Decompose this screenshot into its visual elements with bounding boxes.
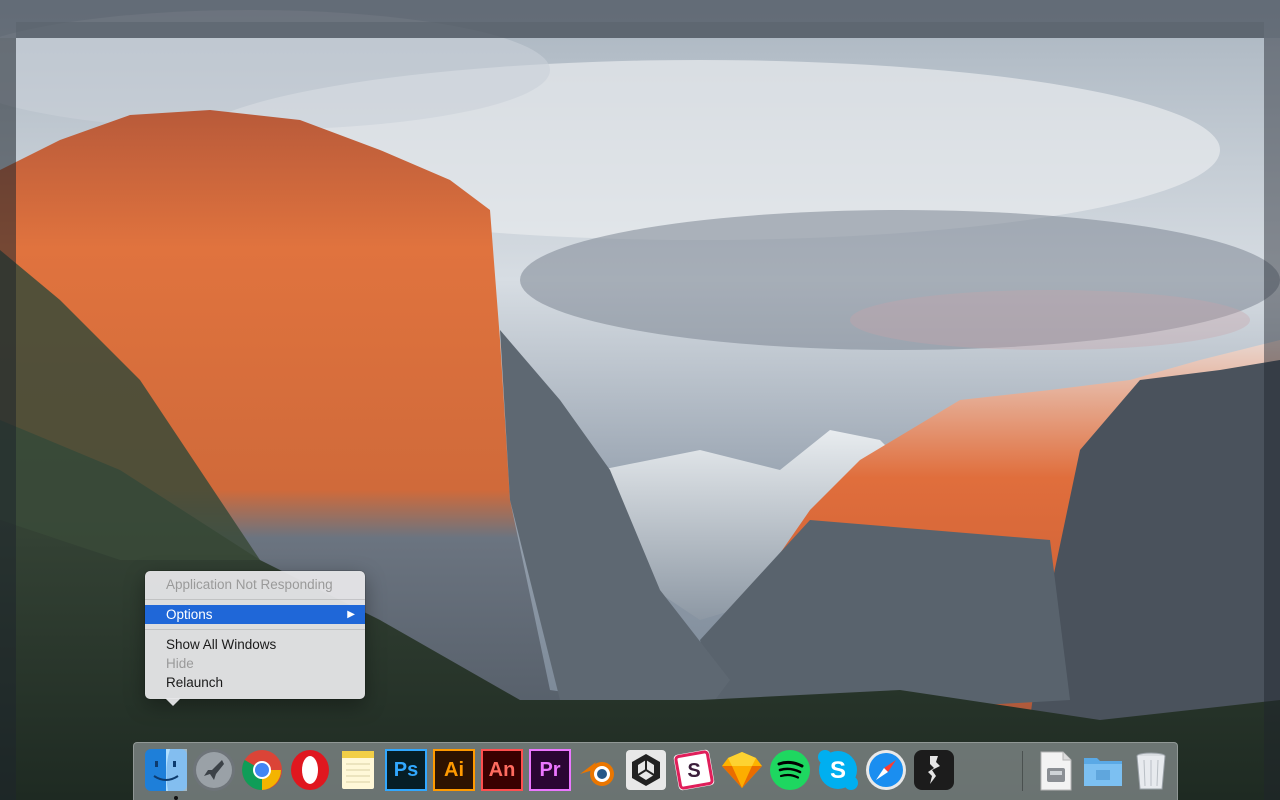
notes-icon bbox=[342, 751, 374, 789]
dock-item-blender[interactable] bbox=[575, 747, 621, 793]
menu-separator bbox=[145, 629, 365, 630]
dock-item-photoshop[interactable]: Ps bbox=[383, 747, 429, 793]
installer-icon bbox=[1040, 751, 1072, 791]
sketch-icon bbox=[722, 752, 762, 788]
slack-icon: S bbox=[673, 749, 715, 791]
premiere-label: Pr bbox=[539, 758, 561, 781]
dock-item-unity[interactable] bbox=[623, 747, 669, 793]
folder-icon bbox=[1084, 758, 1122, 786]
dock-item-skype[interactable]: S bbox=[815, 747, 861, 793]
finder-icon bbox=[145, 749, 187, 791]
dock-item-illustrator[interactable]: Ai bbox=[431, 747, 477, 793]
illustrator-icon: Ai bbox=[433, 749, 475, 791]
premiere-icon: Pr bbox=[529, 749, 571, 791]
dock: Ps Ai An Pr S S bbox=[133, 742, 1178, 800]
chrome-icon bbox=[242, 750, 282, 790]
screen-frame-right bbox=[1264, 38, 1280, 800]
dock-item-slack[interactable]: S bbox=[671, 747, 717, 793]
running-indicator bbox=[174, 796, 178, 800]
svg-text:S: S bbox=[830, 757, 846, 784]
menu-separator bbox=[145, 599, 365, 600]
tool-icon bbox=[914, 750, 954, 790]
dock-item-launchpad[interactable] bbox=[191, 747, 237, 793]
dock-item-tool[interactable] bbox=[911, 747, 957, 793]
launchpad-icon bbox=[193, 749, 235, 791]
blender-icon bbox=[580, 762, 614, 786]
animate-label: An bbox=[488, 758, 516, 781]
photoshop-label: Ps bbox=[393, 758, 419, 781]
skype-icon: S bbox=[818, 750, 858, 790]
dock-item-safari[interactable] bbox=[863, 747, 909, 793]
dock-divider bbox=[1022, 751, 1023, 791]
spotify-icon bbox=[770, 750, 810, 790]
dock-item-finder[interactable] bbox=[143, 747, 189, 793]
dock-item-animate[interactable]: An bbox=[479, 747, 525, 793]
menu-item-options-label: Options bbox=[166, 607, 213, 622]
menu-item-hide: Hide bbox=[166, 656, 194, 671]
trash-icon bbox=[1136, 752, 1166, 790]
illustrator-label: Ai bbox=[444, 758, 464, 781]
photoshop-icon: Ps bbox=[385, 749, 427, 791]
dock-item-trash[interactable] bbox=[1128, 747, 1174, 793]
dock-item-sketch[interactable] bbox=[719, 747, 765, 793]
safari-icon bbox=[866, 750, 906, 790]
unity-icon bbox=[626, 750, 666, 790]
menu-item-options[interactable]: Options ▶ bbox=[145, 605, 365, 624]
opera-icon bbox=[291, 750, 329, 790]
screen-frame-top-inner bbox=[16, 22, 1264, 38]
dock-item-premiere[interactable]: Pr bbox=[527, 747, 573, 793]
dock-item-folder[interactable] bbox=[1080, 747, 1126, 793]
dock-item-notes[interactable] bbox=[335, 747, 381, 793]
menu-header-not-responding: Application Not Responding bbox=[166, 577, 333, 592]
menu-pointer bbox=[165, 698, 181, 706]
dock-item-installer[interactable] bbox=[1032, 747, 1078, 793]
dock-item-opera[interactable] bbox=[287, 747, 333, 793]
animate-icon: An bbox=[481, 749, 523, 791]
dock-item-spotify[interactable] bbox=[767, 747, 813, 793]
dock-context-menu: Application Not Responding Options ▶ Sho… bbox=[145, 571, 365, 706]
dock-item-chrome[interactable] bbox=[239, 747, 285, 793]
screen-frame-left bbox=[0, 38, 16, 800]
menu-item-relaunch[interactable]: Relaunch bbox=[145, 673, 365, 692]
submenu-arrow-icon: ▶ bbox=[347, 609, 355, 620]
svg-text:S: S bbox=[687, 760, 700, 782]
menu-item-show-all-windows[interactable]: Show All Windows bbox=[145, 635, 365, 654]
